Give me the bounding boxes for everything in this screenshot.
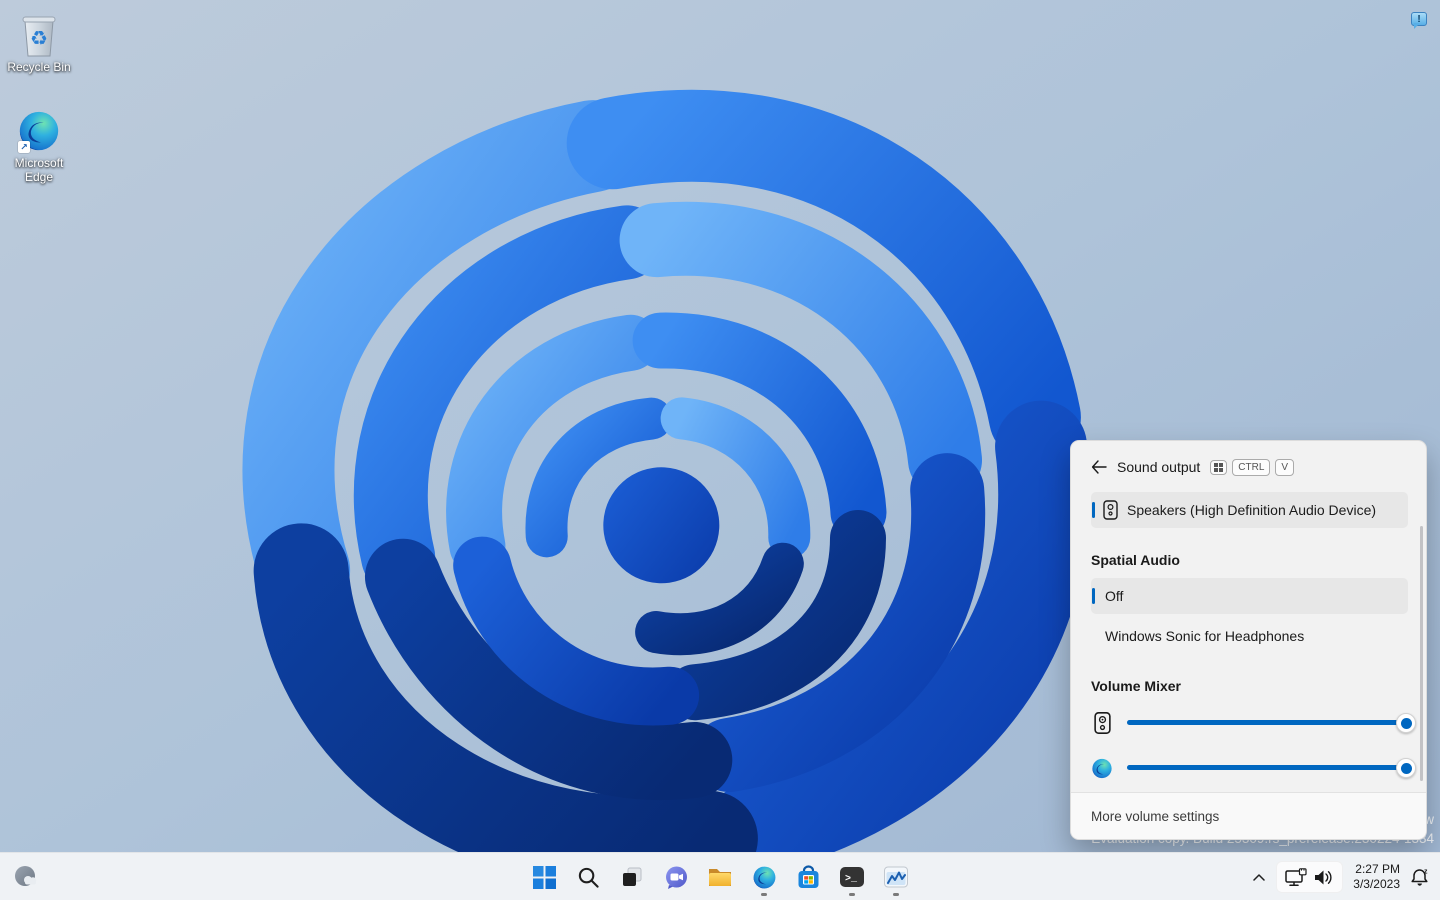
taskbar-terminal[interactable]: >_ (832, 857, 872, 897)
flyout-title: Sound output (1117, 459, 1200, 475)
sound-output-flyout: Sound output CTRL V Speakers (High Defin… (1070, 440, 1427, 840)
flyout-header: Sound output CTRL V (1071, 441, 1426, 480)
chevron-up-icon (1253, 874, 1265, 881)
taskbar-taskmanager[interactable] (876, 857, 916, 897)
tray-time: 2:27 PM (1353, 862, 1400, 877)
back-arrow-icon (1091, 460, 1107, 474)
taskbar: >_ (0, 852, 1440, 900)
edge-icon (752, 865, 777, 890)
taskbar-start[interactable] (524, 857, 564, 897)
spatial-option-windows-sonic[interactable]: Windows Sonic for Headphones (1091, 620, 1408, 652)
more-volume-settings-label: More volume settings (1091, 809, 1219, 824)
svg-text:>_: >_ (845, 874, 858, 885)
taskbar-explorer[interactable] (700, 857, 740, 897)
network-icon (1285, 868, 1307, 887)
start-icon (533, 866, 556, 889)
selection-accent-pill (1092, 502, 1095, 518)
feedback-notification-icon[interactable]: ! (1411, 12, 1427, 26)
edge-icon (1091, 757, 1113, 780)
recycle-bin-icon: ♻ (16, 12, 62, 58)
flyout-scrollbar[interactable] (1420, 526, 1423, 781)
spatial-audio-heading: Spatial Audio (1091, 552, 1406, 568)
v-key-badge: V (1275, 459, 1294, 476)
feedback-glyph: ! (1417, 14, 1420, 25)
chat-icon (664, 865, 689, 890)
more-volume-settings-link[interactable]: More volume settings (1071, 792, 1426, 839)
edge-volume-slider[interactable] (1127, 758, 1406, 778)
output-device-item[interactable]: Speakers (High Definition Audio Device) (1091, 492, 1408, 528)
spatial-option-label: Off (1105, 588, 1123, 604)
spatial-option-off[interactable]: Off (1091, 578, 1408, 614)
svg-text:z: z (1424, 869, 1428, 876)
taskbar-search[interactable] (568, 857, 608, 897)
terminal-icon: >_ (839, 865, 865, 889)
volume-mixer-heading: Volume Mixer (1091, 678, 1406, 694)
recycle-glyph: ♻ (30, 28, 48, 50)
desktop-icon-label: Recycle Bin (7, 60, 70, 74)
taskbar-edge[interactable] (744, 857, 784, 897)
output-device-label: Speakers (High Definition Audio Device) (1127, 502, 1376, 518)
back-button[interactable] (1085, 454, 1113, 480)
file-explorer-icon (707, 865, 733, 889)
speakers-volume-slider[interactable] (1127, 713, 1406, 733)
mixer-row-edge (1091, 754, 1406, 782)
taskbar-chat[interactable] (656, 857, 696, 897)
notification-bell-button[interactable]: z (1406, 861, 1434, 893)
volume-icon (1314, 869, 1334, 886)
shortcut-hint: CTRL V (1210, 459, 1294, 476)
tray-overflow-chevron[interactable] (1246, 861, 1272, 893)
tray-date: 3/3/2023 (1353, 877, 1400, 892)
taskbar-taskview[interactable] (612, 857, 652, 897)
speaker-device-icon (1091, 711, 1113, 735)
search-icon (577, 866, 600, 889)
slider-thumb[interactable] (1396, 713, 1416, 733)
mixer-row-speakers (1091, 709, 1406, 737)
selection-accent-pill (1092, 588, 1095, 604)
desktop-icon-microsoft-edge[interactable]: ↗ Microsoft Edge (0, 108, 78, 184)
edge-icon: ↗ (16, 108, 62, 154)
do-not-disturb-bell-icon: z (1411, 867, 1430, 887)
slider-thumb[interactable] (1396, 758, 1416, 778)
task-view-icon (620, 865, 644, 889)
widgets-weather-icon (13, 865, 39, 889)
desktop-icon-label: Microsoft Edge (7, 156, 71, 184)
speaker-device-icon (1103, 500, 1118, 520)
tray-clock[interactable]: 2:27 PM 3/3/2023 (1353, 862, 1400, 892)
desktop-icon-recycle-bin[interactable]: ♻ Recycle Bin (0, 12, 78, 74)
taskbar-store[interactable] (788, 857, 828, 897)
windows-key-icon (1210, 460, 1227, 475)
taskbar-widgets[interactable] (6, 857, 46, 897)
desktop: ♻ Recycle Bin ↗ Microsoft Edge ! Wi (0, 0, 1440, 900)
network-volume-tray-button[interactable] (1276, 861, 1343, 893)
store-icon (796, 865, 821, 890)
task-manager-icon (883, 865, 909, 889)
spatial-option-label: Windows Sonic for Headphones (1105, 628, 1304, 644)
ctrl-key-badge: CTRL (1232, 459, 1270, 476)
shortcut-arrow-icon: ↗ (18, 141, 30, 153)
